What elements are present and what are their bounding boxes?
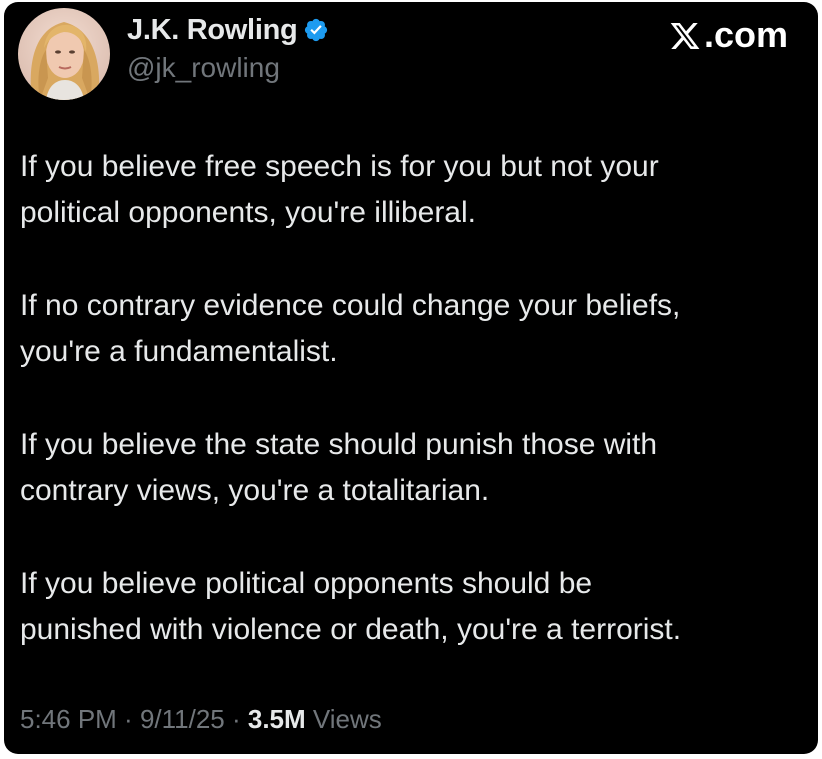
tweet-paragraph: If you believe political opponents shoul… — [20, 567, 682, 646]
x-logo-icon — [668, 19, 702, 51]
tweet-paragraph: If you believe the state should punish t… — [20, 428, 658, 507]
meta-separator: · — [224, 704, 248, 734]
author-name-row[interactable]: J.K. Rowling — [127, 12, 329, 48]
tweet-meta: 5:46 PM · 9/11/25 · 3.5M Views — [20, 704, 382, 735]
tweet-paragraph: If you believe free speech is for you bu… — [20, 150, 659, 229]
brand-label: .com — [703, 14, 788, 55]
tweet-time[interactable]: 5:46 PM — [20, 704, 117, 734]
verified-badge-icon — [303, 17, 329, 43]
tweet-text: If you believe free speech is for you bu… — [20, 144, 810, 653]
views-label: Views — [305, 704, 382, 734]
avatar-image — [18, 8, 110, 100]
tweet-date[interactable]: 9/11/25 — [140, 704, 225, 734]
avatar[interactable] — [18, 8, 110, 100]
tweet-card: J.K. Rowling @jk_rowling .com If you bel… — [4, 2, 818, 754]
tweet-paragraph: If no contrary evidence could change you… — [20, 289, 681, 368]
brand-logo: .com — [668, 14, 788, 56]
views-count: 3.5M — [247, 704, 306, 734]
author-name[interactable]: J.K. Rowling — [127, 14, 298, 47]
author-handle[interactable]: @jk_rowling — [127, 52, 280, 84]
meta-separator: · — [116, 704, 140, 734]
